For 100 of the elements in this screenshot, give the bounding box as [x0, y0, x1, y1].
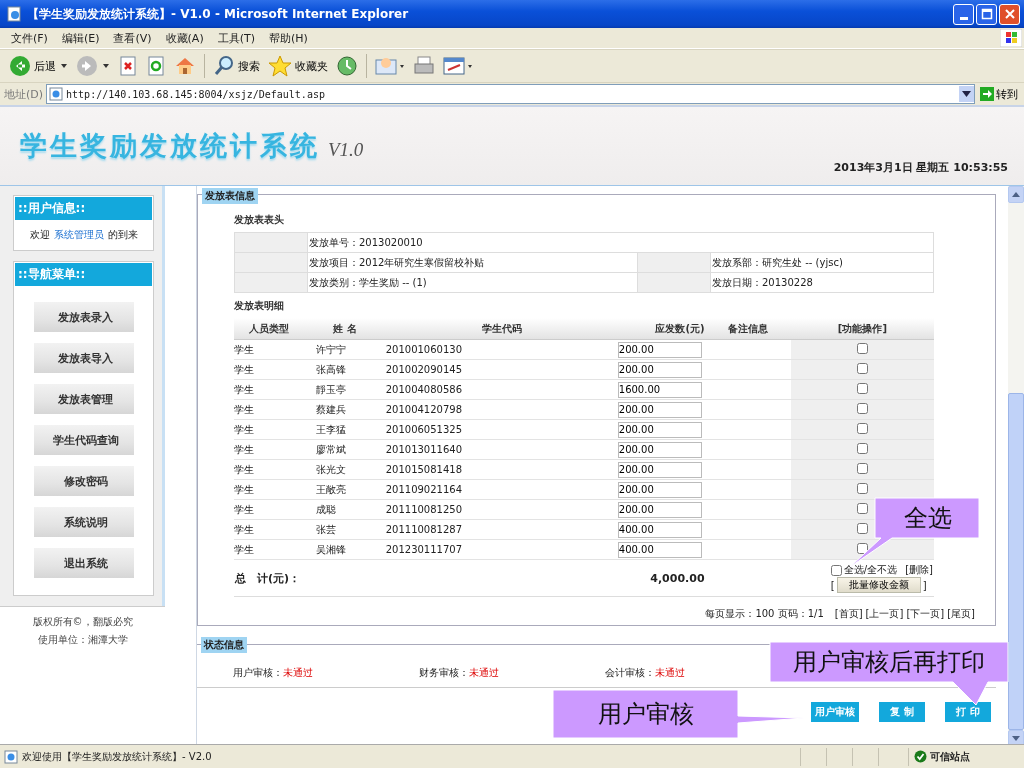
minimize-icon: [959, 16, 968, 20]
table-cell: 201004080586: [385, 379, 618, 400]
table-cell: 张芸: [304, 519, 386, 540]
table-cell: 201230111707: [385, 539, 618, 560]
go-arrow-icon: [980, 87, 994, 101]
row-checkbox[interactable]: [856, 483, 868, 494]
nav-button[interactable]: 发放表管理: [33, 384, 134, 414]
row-checkbox[interactable]: [856, 423, 868, 434]
row-checkbox[interactable]: [856, 543, 868, 554]
amount-field[interactable]: 200.00: [617, 401, 702, 418]
clock-icon: [336, 55, 358, 77]
nav-button[interactable]: 学生代码查询: [33, 425, 134, 455]
go-button[interactable]: 转到: [978, 86, 1020, 102]
status-label: 会计审核：: [605, 667, 655, 678]
row-checkbox[interactable]: [856, 503, 868, 514]
dropdown-arrow-icon[interactable]: [61, 64, 67, 68]
date-time: 2013年3月1日 星期五 10:53:55: [833, 160, 1008, 175]
user-name-link[interactable]: 系统管理员: [53, 228, 104, 242]
minimize-button[interactable]: [953, 3, 974, 25]
dropdown-arrow-icon[interactable]: [103, 64, 109, 68]
maximize-button[interactable]: [976, 3, 997, 25]
page-link[interactable]: [下一页]: [906, 607, 945, 621]
table-cell: 王敞亮: [304, 479, 386, 500]
table-cell: 201004120798: [385, 399, 618, 420]
table-cell: 学生: [234, 419, 305, 440]
page-link[interactable]: [上一页]: [865, 607, 904, 621]
amount-field[interactable]: 1600.00: [617, 381, 702, 398]
stop-icon: [118, 56, 138, 76]
amount-field[interactable]: 200.00: [617, 361, 702, 378]
amount-field[interactable]: 400.00: [617, 541, 702, 558]
amount-field[interactable]: 400.00: [617, 521, 702, 538]
amount-field[interactable]: 200.00: [617, 481, 702, 498]
row-checkbox[interactable]: [856, 383, 868, 394]
amount-field[interactable]: 200.00: [617, 461, 702, 478]
scroll-up-icon[interactable]: [1012, 192, 1020, 197]
amount-field[interactable]: 200.00: [617, 441, 702, 458]
table-cell: 成聪: [304, 499, 386, 520]
table-cell: 王李猛: [304, 419, 386, 440]
section-title: 发放表明细: [234, 299, 285, 313]
nav-button[interactable]: 退出系统: [33, 548, 134, 578]
nav-button[interactable]: 发放表录入: [33, 302, 134, 332]
check-icon: [914, 750, 927, 763]
table-cell: 学生: [234, 439, 305, 460]
close-button[interactable]: [999, 3, 1020, 25]
select-all-checkbox[interactable]: [830, 564, 842, 576]
page-link[interactable]: [首页]: [834, 607, 863, 621]
amount-field[interactable]: 200.00: [617, 421, 702, 438]
row-checkbox[interactable]: [856, 443, 868, 454]
callout-text: 用户审核后再打印: [792, 647, 985, 678]
table-cell: 201015081418: [385, 459, 618, 480]
bracket-text: [: [830, 579, 835, 591]
column-header: 备注信息: [705, 318, 791, 340]
header-field: 发放项目：2012年研究生寒假留校补贴: [307, 252, 638, 273]
maximize-icon: [980, 8, 993, 20]
table-cell: 学生: [234, 499, 305, 520]
back-button[interactable]: 后退: [6, 53, 59, 79]
nav-button[interactable]: 发放表导入: [33, 343, 134, 373]
row-checkbox[interactable]: [856, 523, 868, 534]
vertical-scrollbar[interactable]: [1008, 186, 1024, 744]
menu-item[interactable]: 收藏(A): [158, 30, 211, 46]
row-checkbox[interactable]: [856, 363, 868, 374]
delete-link[interactable]: [删除]: [905, 563, 933, 577]
batch-edit-button[interactable]: 批量修改金额: [836, 577, 921, 593]
table-cell: 201002090145: [385, 359, 618, 380]
table-cell: 201110081250: [385, 499, 618, 520]
menu-item[interactable]: 帮助(H): [262, 30, 315, 46]
row-checkbox[interactable]: [856, 403, 868, 414]
close-icon: [1003, 8, 1016, 20]
table-cell: 蔡建兵: [304, 399, 386, 420]
table-cell: 张高锋: [304, 359, 386, 380]
table-cell: 201006051325: [385, 419, 618, 440]
table-cell: 学生: [234, 379, 305, 400]
select-all-label[interactable]: 全选/全不选: [843, 563, 898, 577]
table-cell: 学生: [234, 459, 305, 480]
dropdown-arrow-icon[interactable]: [962, 91, 971, 97]
nav-button[interactable]: 修改密码: [33, 466, 134, 496]
amount-field[interactable]: 200.00: [617, 341, 702, 358]
menu-item[interactable]: 文件(F): [4, 30, 55, 46]
status-label: 用户审核：: [233, 667, 283, 678]
version-label: V1.0: [328, 139, 364, 161]
menu-item[interactable]: 查看(V): [106, 30, 159, 46]
menu-item[interactable]: 工具(T): [210, 30, 262, 46]
house-icon: [174, 55, 196, 77]
section-legend: 发放表信息: [202, 188, 258, 204]
callout-text: 用户审核: [597, 699, 694, 730]
total-label: 总 计(元)：: [234, 559, 618, 597]
table-cell: 学生: [234, 339, 305, 360]
address-field[interactable]: http://140.103.68.145:8004/xsjz/Default.asp: [46, 84, 975, 104]
table-cell: 张光文: [304, 459, 386, 480]
scroll-down-icon[interactable]: [1012, 736, 1020, 741]
row-checkbox[interactable]: [856, 463, 868, 474]
row-checkbox[interactable]: [856, 343, 868, 354]
amount-field[interactable]: 200.00: [617, 501, 702, 518]
menu-item[interactable]: 编辑(E): [54, 30, 107, 46]
favorites-button[interactable]: 收藏夹: [265, 53, 331, 79]
nav-button[interactable]: 系统说明: [33, 507, 134, 537]
column-header: 姓 名: [304, 318, 386, 340]
section-legend: 状态信息: [201, 637, 247, 653]
page-link[interactable]: [尾页]: [947, 607, 975, 621]
search-button[interactable]: 搜索: [210, 53, 263, 79]
